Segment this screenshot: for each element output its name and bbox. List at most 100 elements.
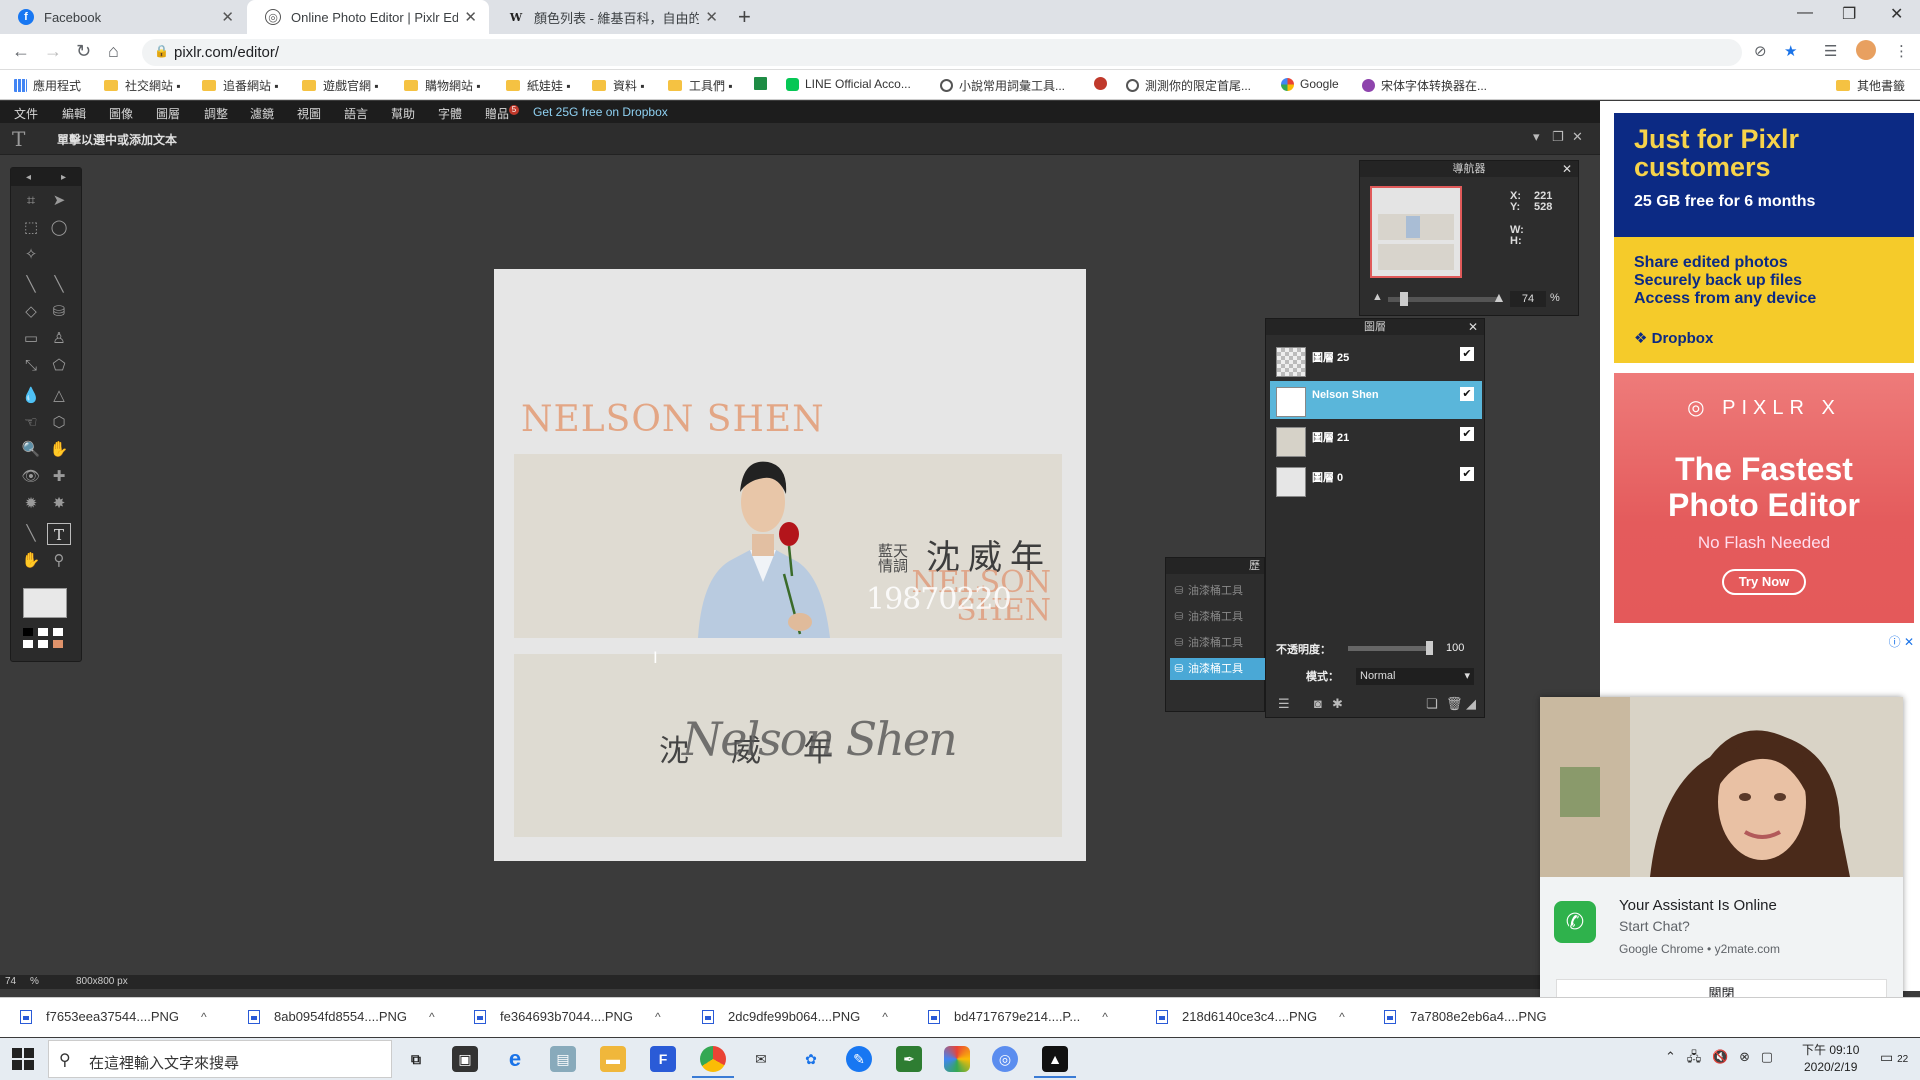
download-item[interactable]: f7653eea37544....PNG ^ — [20, 1009, 207, 1024]
try-now-button[interactable]: Try Now — [1722, 569, 1806, 595]
gradient-icon[interactable]: ▭ — [19, 328, 43, 350]
bookmark-other[interactable]: 其他書籤 — [1836, 77, 1905, 94]
bookmark-folder[interactable]: 紙娃娃 ▪ — [506, 77, 571, 94]
app-icon[interactable]: ✿ — [798, 1046, 824, 1072]
menu-fonts[interactable]: 字體 — [438, 105, 462, 122]
black-swatch[interactable] — [23, 628, 33, 636]
layer-visibility-checkbox[interactable]: ✔ — [1460, 387, 1474, 401]
tab-facebook[interactable]: f Facebook ✕ — [0, 0, 246, 34]
blend-mode-select[interactable]: Normal ▾ — [1356, 668, 1474, 685]
move-icon[interactable]: ➤ — [47, 190, 71, 212]
dropbox-ad[interactable]: Just for Pixlr customers 25 GB free for … — [1614, 113, 1914, 237]
menu-language[interactable]: 語言 — [344, 105, 368, 122]
hand-icon[interactable]: ✋ — [19, 550, 43, 572]
app-icon[interactable]: F — [650, 1046, 676, 1072]
layer-mask-icon[interactable]: ◙ — [1314, 696, 1322, 711]
windows-start-icon[interactable] — [12, 1048, 34, 1070]
sponge-icon[interactable]: ⬡ — [47, 412, 71, 434]
bookmark-folder[interactable]: 購物網站 ▪ — [404, 77, 481, 94]
dropdown-icon[interactable]: ▾ — [1533, 129, 1540, 145]
menu-layer[interactable]: 圖層 — [156, 105, 180, 122]
brush-icon[interactable]: ╲ — [47, 274, 71, 296]
bookmark-google[interactable]: Google — [1281, 77, 1339, 91]
layer-row[interactable]: 圖層 21 ✔ — [1270, 421, 1482, 459]
layer-options-icon[interactable]: ☰ — [1278, 696, 1290, 712]
pinch-icon[interactable]: ✸ — [47, 493, 71, 515]
chevron-up-icon[interactable]: ^ — [1102, 1010, 1108, 1024]
sharpen-icon[interactable]: △ — [47, 385, 71, 407]
chevron-up-icon[interactable]: ^ — [1339, 1010, 1345, 1024]
eraser-icon[interactable]: ◇ — [19, 301, 43, 323]
app-icon[interactable]: ▤ — [550, 1046, 576, 1072]
drawing-icon[interactable]: ⬠ — [47, 355, 71, 377]
task-view-icon[interactable]: ⧉ — [403, 1046, 429, 1072]
close-icon[interactable]: ✕ — [705, 8, 718, 26]
download-item[interactable]: 218d6140ce3c4....PNG ^ — [1156, 1009, 1345, 1024]
download-item[interactable]: fe364693b7044....PNG ^ — [474, 1009, 661, 1024]
bookmark-folder[interactable]: 社交網站 ▪ — [104, 77, 181, 94]
close-icon[interactable]: ✕ — [221, 8, 234, 26]
opacity-slider-knob[interactable] — [1426, 641, 1433, 655]
history-item[interactable]: ⛁ 油漆桶工具 — [1170, 632, 1266, 654]
taskbar-search[interactable]: ⚲ 在這裡輸入文字來搜尋 — [48, 1040, 392, 1078]
chrome-icon[interactable] — [692, 1046, 734, 1078]
chevron-up-icon[interactable]: ^ — [201, 1010, 207, 1024]
tab-wikipedia[interactable]: W 顏色列表 - 維基百科，自由的百科 ✕ — [490, 0, 730, 34]
bookmark-purple[interactable]: 宋体字体转换器在... — [1362, 77, 1487, 94]
ad-choices-icon[interactable]: ⓘ ✕ — [1889, 633, 1914, 650]
bookmark-folder[interactable]: 追番網站 ▪ — [202, 77, 279, 94]
maximize-icon[interactable]: ❐ — [1842, 4, 1856, 24]
layer-visibility-checkbox[interactable]: ✔ — [1460, 427, 1474, 441]
smudge-icon[interactable]: ☜ — [19, 412, 43, 434]
menu-image[interactable]: 圖像 — [109, 105, 133, 122]
tab-pixlr[interactable]: ◎ Online Photo Editor | Pixlr Edit ✕ — [247, 0, 489, 34]
burn-icon[interactable]: ✋ — [47, 439, 71, 461]
minimize-icon[interactable]: — — [1797, 4, 1813, 22]
white-swatch[interactable] — [38, 628, 48, 636]
app-icon[interactable]: ◎ — [992, 1046, 1018, 1072]
dropbox-promo-link[interactable]: Get 25G free on Dropbox — [533, 105, 668, 119]
menu-view[interactable]: 視圖 — [297, 105, 321, 122]
type-tool-icon[interactable]: T — [47, 523, 71, 545]
mail-icon[interactable]: ✉ — [748, 1046, 774, 1072]
menu-help[interactable]: 幫助 — [391, 105, 415, 122]
star-icon[interactable]: ★ — [1784, 42, 1797, 60]
back-arrow-icon[interactable]: ← — [12, 41, 30, 62]
pencil-icon[interactable]: ╲ — [19, 274, 43, 296]
editor-close-icon[interactable]: ✕ — [1572, 129, 1583, 145]
red-eye-icon[interactable]: 👁 — [19, 466, 43, 488]
reading-list-icon[interactable]: ☰ — [1824, 42, 1837, 60]
bookmark-globe[interactable]: 測測你的限定首尾... — [1126, 77, 1251, 94]
white-swatch[interactable] — [38, 640, 48, 648]
url-field[interactable]: 🔒 pixlr.com/editor/ — [142, 39, 1742, 66]
download-item[interactable]: 2dc9dfe99b064....PNG ^ — [702, 1009, 888, 1024]
restore-icon[interactable]: ❐ — [1552, 129, 1564, 145]
download-item[interactable]: 7a7808e2eb6a4....PNG — [1384, 1009, 1547, 1024]
history-item[interactable]: ⛁ 油漆桶工具 — [1170, 658, 1266, 680]
crop-icon[interactable]: ⌗ — [19, 190, 43, 212]
menu-filter[interactable]: 濾鏡 — [250, 105, 274, 122]
white-swatch[interactable] — [53, 628, 63, 636]
photos-icon[interactable]: ▲ — [1034, 1046, 1076, 1078]
menu-adjust[interactable]: 調整 — [204, 105, 228, 122]
foreground-color-swatch[interactable] — [23, 588, 67, 618]
menu-edit[interactable]: 編輯 — [62, 105, 86, 122]
zoom-out-icon[interactable]: ▲ — [1372, 291, 1383, 303]
color-picker-icon[interactable]: ╲ — [19, 523, 43, 545]
menu-gifts[interactable]: 贈品 5 — [485, 105, 520, 122]
bloat-icon[interactable]: ✹ — [19, 493, 43, 515]
trash-icon[interactable]: 🗑 — [1446, 696, 1463, 712]
layer-row-selected[interactable]: Nelson Shen ✔ — [1270, 381, 1482, 419]
window-close-icon[interactable]: ✕ — [1890, 4, 1903, 24]
file-explorer-icon[interactable]: ▬ — [600, 1046, 626, 1072]
white-swatch[interactable] — [23, 640, 33, 648]
close-icon[interactable]: ✕ — [464, 8, 477, 26]
edge-icon[interactable]: e — [502, 1046, 528, 1072]
dodge-icon[interactable]: 🔍 — [19, 439, 43, 461]
system-tray-icons[interactable]: ⌃ 🖧 🔇 ⊗ ▢ — [1665, 1048, 1773, 1070]
layer-row[interactable]: 圖層 25 ✔ — [1270, 341, 1482, 379]
layer-visibility-checkbox[interactable]: ✔ — [1460, 467, 1474, 481]
new-tab-button[interactable]: + — [738, 4, 751, 30]
app-icon[interactable]: ✒ — [896, 1046, 922, 1072]
marquee-icon[interactable]: ⬚ — [19, 217, 43, 239]
